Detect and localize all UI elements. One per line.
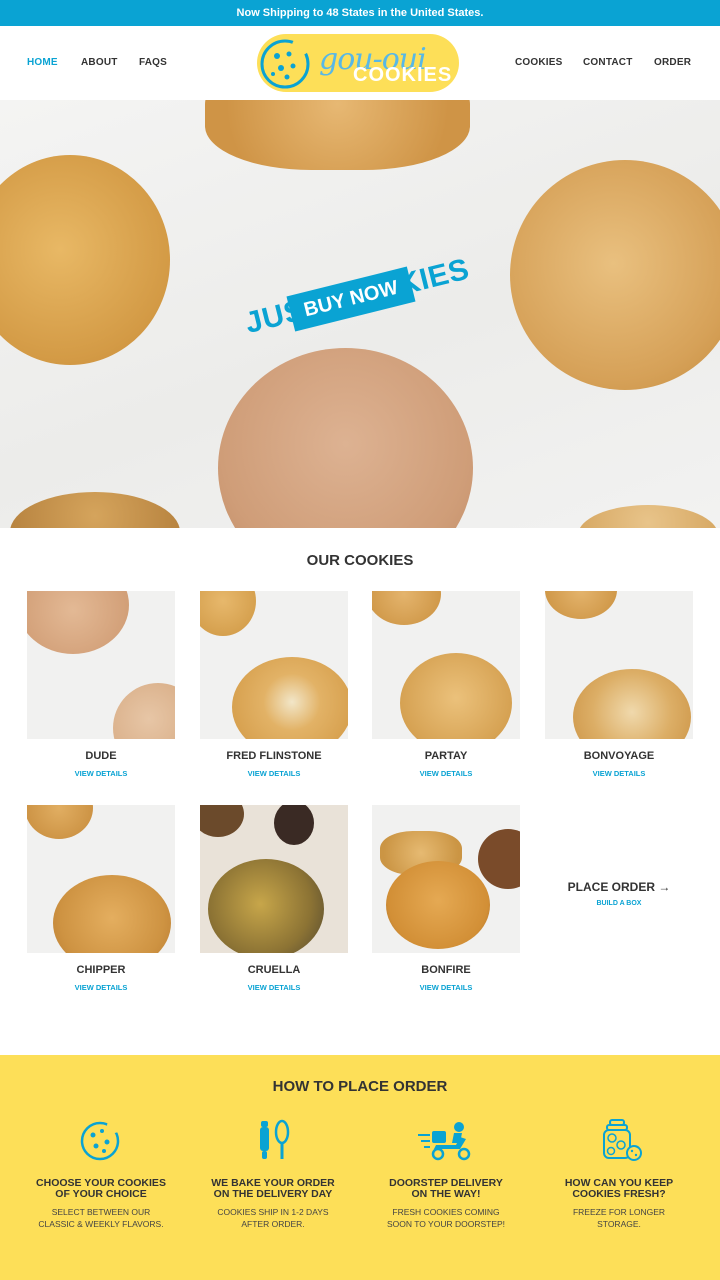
step-choose: CHOOSE YOUR COOKIES OF YOUR CHOICE SELECT…: [26, 1117, 176, 1230]
cookie-card-chipper[interactable]: CHIPPER VIEW DETAILS: [27, 805, 175, 992]
cookie-image[interactable]: [372, 805, 520, 953]
cookie-icon: [80, 1119, 121, 1161]
cookie-name: DUDE: [85, 750, 117, 762]
step-bake: WE BAKE YOUR ORDER ON THE DELIVERY DAY CO…: [198, 1117, 348, 1230]
view-details-link[interactable]: VIEW DETAILS: [200, 983, 348, 992]
hero-cookie-image: [10, 492, 180, 528]
logo-cookie-icon: [260, 37, 310, 89]
cookie-image[interactable]: [27, 805, 175, 953]
cookie-shape: [274, 805, 314, 845]
logo-block-text: COOKIES: [353, 64, 453, 86]
hero-cookie-image: [510, 160, 720, 390]
cookie-name: FRED FLINSTONE: [226, 750, 322, 762]
step-title: DOORSTEP DELIVERY ON THE WAY!: [389, 1177, 503, 1200]
cookie-shape: [200, 591, 256, 636]
hero-cookie-image: [0, 155, 170, 365]
cookie-card-partay[interactable]: PARTAY VIEW DETAILS: [372, 591, 520, 778]
our-cookies-title: OUR COOKIES: [306, 552, 414, 569]
nav-about[interactable]: ABOUT: [81, 57, 118, 68]
cookie-image[interactable]: [200, 805, 348, 953]
cookie-image[interactable]: [27, 591, 175, 739]
place-order-link[interactable]: PLACE ORDER → BUILD A BOX: [545, 880, 693, 907]
nav-faqs[interactable]: FAQS: [139, 57, 167, 68]
cookie-name: PARTAY: [424, 750, 468, 762]
announcement-bar: Now Shipping to 48 States in the United …: [0, 0, 720, 26]
cookie-shape: [27, 591, 129, 654]
delivery-scooter-icon: [418, 1122, 471, 1161]
view-details-link[interactable]: VIEW DETAILS: [27, 983, 175, 992]
step-title: WE BAKE YOUR ORDER ON THE DELIVERY DAY: [211, 1177, 335, 1200]
baking-tools-icon: [260, 1119, 290, 1159]
cookie-image[interactable]: [545, 591, 693, 739]
view-details-link[interactable]: VIEW DETAILS: [372, 983, 520, 992]
view-details-link[interactable]: VIEW DETAILS: [372, 769, 520, 778]
cookie-image[interactable]: [372, 591, 520, 739]
cookie-shape: [372, 591, 441, 625]
nav-cookies[interactable]: COOKIES: [515, 57, 563, 68]
cookie-shape: [573, 669, 691, 739]
cookie-shape: [478, 829, 520, 889]
cookie-card-cruella[interactable]: CRUELLA VIEW DETAILS: [200, 805, 348, 992]
cookie-name: CRUELLA: [247, 964, 301, 976]
cookie-shape: [27, 805, 93, 839]
cookie-jar-icon: [603, 1119, 642, 1161]
step-description: FRESH COOKIES COMING SOON TO YOUR DOORSTE…: [386, 1207, 506, 1229]
how-to-order-title: HOW TO PLACE ORDER: [272, 1078, 448, 1095]
hero-cookie-image: [578, 505, 718, 528]
cookie-shape: [53, 875, 171, 953]
cookie-card-bonvoyage[interactable]: BONVOYAGE VIEW DETAILS: [545, 591, 693, 778]
cookie-name: CHIPPER: [76, 964, 126, 976]
step-title: CHOOSE YOUR COOKIES OF YOUR CHOICE: [36, 1177, 166, 1200]
step-delivery: DOORSTEP DELIVERY ON THE WAY! FRESH COOKI…: [371, 1117, 521, 1230]
cookie-name: BONFIRE: [421, 964, 471, 976]
step-title: HOW CAN YOU KEEP COOKIES FRESH?: [564, 1177, 674, 1200]
step-fresh: HOW CAN YOU KEEP COOKIES FRESH? FREEZE FO…: [544, 1117, 694, 1230]
cookie-shape: [232, 657, 348, 739]
cookie-shape: [113, 683, 175, 739]
cookie-card-fred-flinstone[interactable]: FRED FLINSTONE VIEW DETAILS: [200, 591, 348, 778]
cookie-shape: [400, 653, 512, 739]
step-description: SELECT BETWEEN OUR CLASSIC & WEEKLY FLAVO…: [38, 1207, 164, 1229]
cookie-shape: [386, 861, 490, 949]
cookie-shape: [208, 859, 324, 953]
step-description: FREEZE FOR LONGER STORAGE.: [572, 1207, 666, 1229]
cookie-card-bonfire[interactable]: BONFIRE VIEW DETAILS: [372, 805, 520, 992]
main-navigation: HOME ABOUT FAQS gou-oui COOKIES COOKIES …: [0, 26, 720, 100]
view-details-link[interactable]: VIEW DETAILS: [200, 769, 348, 778]
view-details-link[interactable]: VIEW DETAILS: [545, 769, 693, 778]
cookie-shape: [545, 591, 617, 619]
site-logo[interactable]: gou-oui COOKIES: [257, 34, 459, 92]
hero-cookie-image: [205, 100, 470, 170]
cookie-name: BONVOYAGE: [583, 750, 655, 762]
nav-contact[interactable]: CONTACT: [583, 57, 633, 68]
nav-home[interactable]: HOME: [27, 57, 58, 68]
step-description: COOKIES SHIP IN 1-2 DAYS AFTER ORDER.: [217, 1207, 329, 1229]
cookie-image[interactable]: [200, 591, 348, 739]
hero-cookie-image: [218, 348, 473, 528]
place-order-title[interactable]: PLACE ORDER →: [545, 880, 693, 894]
build-a-box-link[interactable]: BUILD A BOX: [545, 900, 693, 907]
how-to-order-section: HOW TO PLACE ORDER CHOOSE YOUR COOKIES OF…: [0, 1055, 720, 1280]
cookie-shape: [200, 805, 244, 837]
nav-order[interactable]: ORDER: [654, 57, 691, 68]
cookie-card-dude[interactable]: DUDE VIEW DETAILS: [27, 591, 175, 778]
view-details-link[interactable]: VIEW DETAILS: [27, 769, 175, 778]
